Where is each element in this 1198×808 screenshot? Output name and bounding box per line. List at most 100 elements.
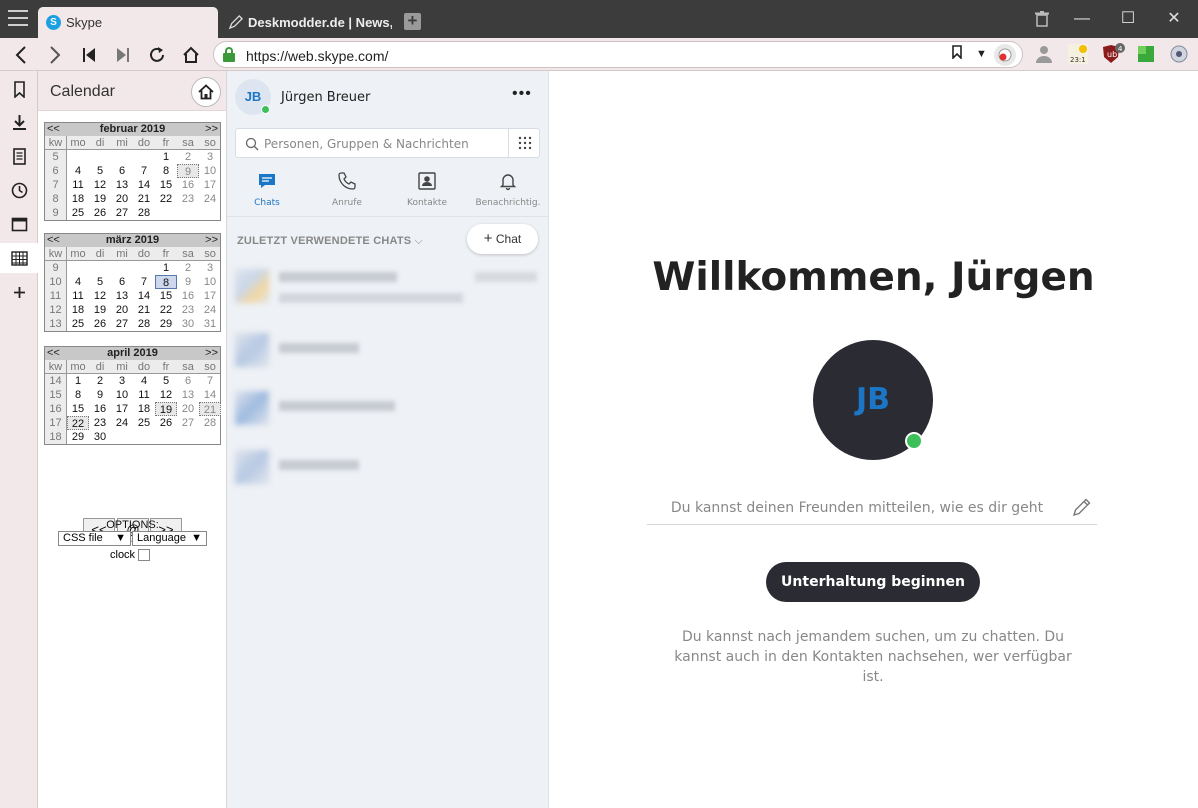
calendar-day[interactable]: 21	[199, 402, 221, 416]
clock-checkbox[interactable]	[138, 549, 151, 562]
tab-chats[interactable]: Chats	[227, 167, 307, 215]
maximize-icon[interactable]: ☐	[1117, 8, 1139, 30]
calendar-day[interactable]: 19	[155, 402, 177, 416]
calendar-day[interactable]: 15	[67, 402, 89, 416]
calendar-day[interactable]: 24	[111, 416, 133, 430]
tab-notifications[interactable]: Benachrichtig.	[468, 167, 548, 215]
calendar-day[interactable]: 5	[89, 164, 111, 178]
calendar-day[interactable]: 20	[177, 402, 199, 416]
tab-calls[interactable]: Anrufe	[307, 167, 387, 215]
calendar-day[interactable]: 4	[67, 164, 89, 178]
calendar-day[interactable]: 9	[89, 388, 111, 402]
recent-chats-header[interactable]: ZULETZT VERWENDETE CHATS ⌵	[237, 235, 423, 248]
calendar-day[interactable]: 6	[111, 164, 133, 178]
calendar-day[interactable]: 1	[155, 150, 177, 164]
calendar-day[interactable]: 26	[89, 206, 111, 220]
tab-deskmodder[interactable]: Deskmodder.de | News, Tip	[220, 7, 392, 38]
calendar-day[interactable]: 21	[133, 303, 155, 317]
calendar-day[interactable]: 22	[67, 416, 89, 430]
calendar-day[interactable]: 23	[177, 303, 199, 317]
calendar-day[interactable]: 20	[111, 303, 133, 317]
calendar-day[interactable]: 25	[67, 317, 89, 331]
calendar-day[interactable]: 28	[199, 416, 221, 430]
next-month-link[interactable]: >>	[205, 234, 218, 247]
calendar-day[interactable]: 18	[67, 303, 89, 317]
calendar-day[interactable]: 16	[177, 289, 199, 303]
calendar-day[interactable]: 5	[155, 374, 177, 388]
calendar-day[interactable]: 26	[89, 317, 111, 331]
calendar-day[interactable]: 23	[89, 416, 111, 430]
calendar-day[interactable]: 14	[199, 388, 221, 402]
calendar-day[interactable]: 10	[199, 164, 221, 178]
calendar-day[interactable]: 30	[89, 430, 111, 444]
calendar-day[interactable]: 18	[133, 402, 155, 416]
calendar-day[interactable]: 13	[177, 388, 199, 402]
calendar-day[interactable]: 11	[67, 178, 89, 192]
bookmark-icon[interactable]	[952, 45, 962, 64]
calendar-day[interactable]: 29	[155, 317, 177, 331]
calendar-day[interactable]: 11	[133, 388, 155, 402]
prev-month-link[interactable]: <<	[47, 234, 60, 247]
dialpad-icon[interactable]	[508, 129, 540, 157]
calendar-day[interactable]: 16	[177, 178, 199, 192]
calendar-day[interactable]: 22	[155, 192, 177, 206]
prev-month-link[interactable]: <<	[47, 347, 60, 360]
new-tab-button[interactable]: +	[404, 12, 421, 30]
chat-item[interactable]	[235, 385, 540, 429]
calendar-day[interactable]: 10	[199, 275, 221, 289]
next-month-link[interactable]: >>	[205, 123, 218, 136]
calendar-day[interactable]: 7	[199, 374, 221, 388]
calendar-day[interactable]: 25	[67, 206, 89, 220]
calendar-day[interactable]: 27	[177, 416, 199, 430]
chat-item[interactable]	[235, 444, 540, 488]
calendar-day[interactable]: 13	[111, 289, 133, 303]
rewind-icon[interactable]	[76, 42, 102, 68]
calendar-day[interactable]: 24	[199, 303, 221, 317]
chat-item[interactable]	[235, 263, 540, 307]
calendar-day[interactable]: 6	[177, 374, 199, 388]
calendar-day[interactable]: 2	[89, 374, 111, 388]
extension-chat-icon[interactable]	[1168, 43, 1190, 65]
calendar-day[interactable]: 17	[199, 178, 221, 192]
calendar-day[interactable]: 23	[177, 192, 199, 206]
close-icon[interactable]: ✕	[1163, 8, 1185, 30]
reload-icon[interactable]	[144, 42, 170, 68]
chevron-down-icon[interactable]: ▼	[976, 48, 987, 60]
calendar-day[interactable]: 28	[133, 317, 155, 331]
calendar-day[interactable]: 31	[199, 317, 221, 331]
calendar-day[interactable]: 7	[133, 164, 155, 178]
calendar-day[interactable]: 15	[155, 178, 177, 192]
tab-contacts[interactable]: Kontakte	[387, 167, 467, 215]
calendar-day[interactable]: 20	[111, 192, 133, 206]
next-month-link[interactable]: >>	[205, 347, 218, 360]
home-icon[interactable]	[191, 77, 221, 107]
calendar-day[interactable]: 27	[111, 317, 133, 331]
calendar-day[interactable]: 7	[133, 275, 155, 289]
fast-forward-icon[interactable]	[110, 42, 136, 68]
calendar-day[interactable]: 18	[67, 192, 89, 206]
calendar-day[interactable]: 29	[67, 430, 89, 444]
back-icon[interactable]	[8, 42, 34, 68]
history-panel-icon[interactable]	[0, 175, 38, 205]
calendar-day[interactable]: 4	[133, 374, 155, 388]
window-panel-icon[interactable]	[0, 209, 38, 239]
calendar-day[interactable]: 3	[199, 150, 221, 164]
mood-message-input[interactable]: Du kannst deinen Freunden mitteilen, wie…	[647, 500, 1067, 516]
calendar-day[interactable]: 2	[177, 261, 199, 275]
ublock-icon[interactable]: ub 4	[1101, 43, 1125, 65]
calendar-day[interactable]: 3	[111, 374, 133, 388]
calendar-day[interactable]: 19	[89, 303, 111, 317]
calendar-day[interactable]: 1	[155, 261, 177, 275]
profile-icon[interactable]	[1033, 43, 1055, 65]
bookmarks-panel-icon[interactable]	[0, 74, 38, 104]
css-file-select[interactable]: CSS file ▼	[58, 531, 131, 546]
calendar-day[interactable]: 6	[111, 275, 133, 289]
calendar-day[interactable]: 27	[111, 206, 133, 220]
calendar-panel-icon[interactable]	[0, 243, 38, 273]
calendar-day[interactable]: 12	[155, 388, 177, 402]
extension-green-icon[interactable]	[1135, 43, 1157, 65]
start-conversation-button[interactable]: Unterhaltung beginnen	[766, 562, 980, 602]
blocker-icon[interactable]	[994, 44, 1016, 66]
calendar-day[interactable]: 22	[155, 303, 177, 317]
calendar-day[interactable]: 12	[89, 289, 111, 303]
